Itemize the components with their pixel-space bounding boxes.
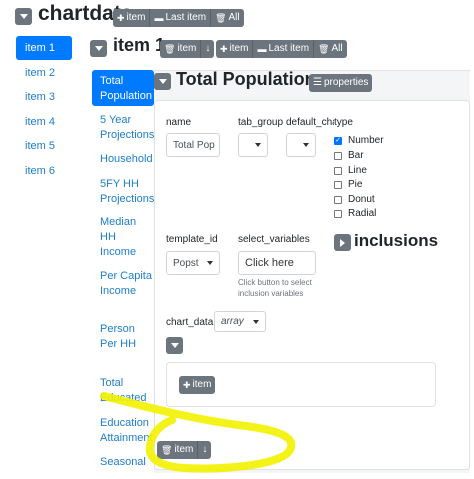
highlight-annotation — [100, 392, 296, 473]
